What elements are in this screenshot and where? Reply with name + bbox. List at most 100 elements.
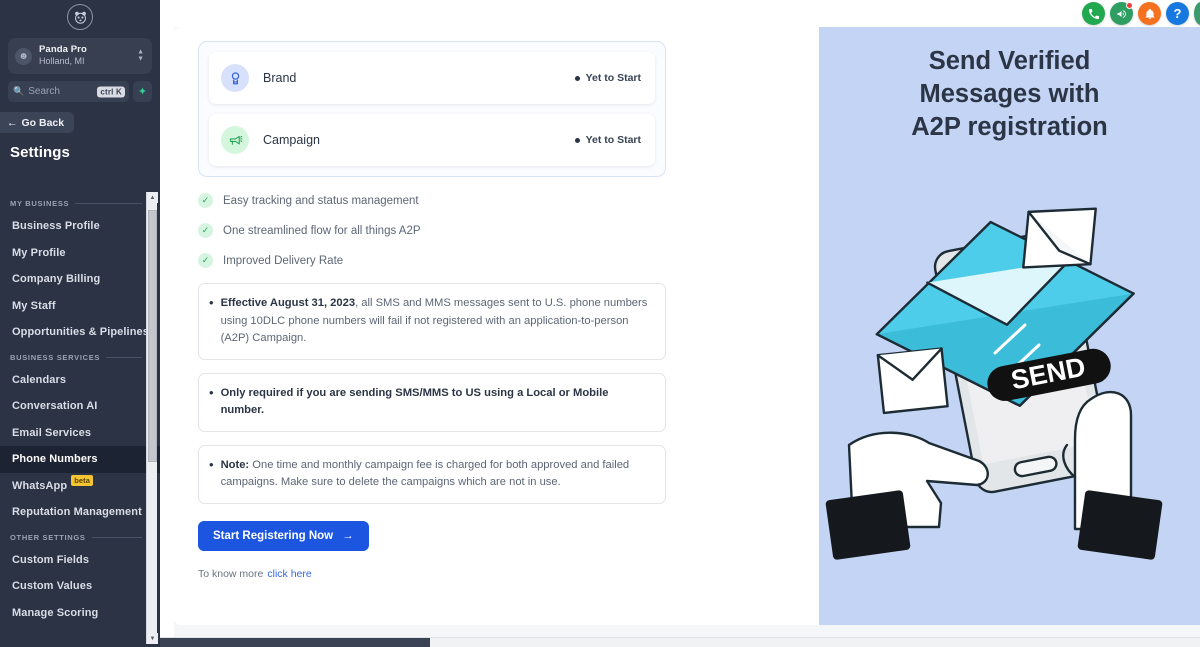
notice-bold: Effective August 31, 2023 [220, 297, 356, 309]
know-more-text: To know more [198, 567, 264, 580]
benefit-text: Improved Delivery Rate [223, 254, 344, 267]
notice-effective-date: • Effective August 31, 2023, all SMS and… [198, 283, 666, 360]
nav-group-my-business: MY BUSINESS [0, 192, 160, 213]
status-dot-icon [574, 137, 580, 143]
bullet-icon: • [209, 384, 214, 400]
status-badge: Yet to Start [574, 72, 641, 84]
horizontal-scrollbar-thumb[interactable] [160, 638, 430, 647]
sidebar-item-label: My Profile [12, 246, 66, 259]
status-text: Yet to Start [585, 134, 641, 146]
search-placeholder: Search [28, 86, 60, 97]
org-name: Panda Pro [39, 44, 87, 56]
content-area: Brand Yet to Start Campaign Yet to Start… [174, 27, 1200, 637]
sidebar-item-email-services[interactable]: Email Services [0, 420, 160, 447]
sidebar-item-manage-scoring[interactable]: Manage Scoring [0, 600, 160, 627]
sidebar-item-my-staff[interactable]: My Staff [0, 293, 160, 320]
notice-text: Effective August 31, 2023, all SMS and M… [221, 295, 651, 348]
notice-text: Only required if you are sending SMS/MMS… [221, 385, 651, 420]
check-icon: ✓ [198, 253, 213, 268]
scroll-down-arrow-icon[interactable]: ▼ [147, 633, 158, 644]
notice-text: Note: One time and monthly campaign fee … [221, 457, 651, 492]
app-root: ☻ Panda Pro Holland, MI ▲ ▼ 🔍 Search ctrl… [0, 0, 1200, 647]
sidebar-item-label: Custom Values [12, 580, 93, 593]
sidebar-nav: MY BUSINESS Business Profile My Profile … [0, 192, 160, 647]
sidebar-item-business-profile[interactable]: Business Profile [0, 213, 160, 240]
chevron-up-down-icon: ▲ ▼ [137, 48, 144, 63]
phone-call-icon[interactable] [1082, 2, 1105, 25]
beta-badge: beta [71, 475, 94, 487]
benefit-item: ✓ One streamlined flow for all things A2… [198, 223, 819, 238]
sidebar-item-calendars[interactable]: Calendars [0, 367, 160, 394]
announcement-megaphone-icon[interactable] [1110, 2, 1133, 25]
go-back-label: Go Back [21, 116, 65, 129]
org-switcher[interactable]: ☻ Panda Pro Holland, MI ▲ ▼ [8, 38, 152, 74]
main-region: ? Brand Yet to Start Campaign Yet to Sta… [160, 0, 1200, 647]
registration-step-brand[interactable]: Brand Yet to Start [209, 52, 655, 104]
sidebar-item-reputation-management[interactable]: Reputation Management [0, 499, 160, 526]
bullet-icon: • [209, 295, 214, 310]
notice-requirement: • Only required if you are sending SMS/M… [198, 372, 666, 432]
bullet-icon: • [209, 456, 214, 472]
start-registering-button[interactable]: Start Registering Now → [198, 520, 369, 551]
help-question-icon[interactable]: ? [1166, 2, 1189, 25]
sidebar-item-label: Reputation Management [12, 506, 142, 519]
topbar: ? [160, 0, 1200, 27]
scroll-up-arrow-icon[interactable]: ▲ [147, 192, 158, 203]
a2p-left-pane: Brand Yet to Start Campaign Yet to Start… [174, 27, 819, 625]
registration-steps-panel: Brand Yet to Start Campaign Yet to Start [198, 41, 666, 177]
sidebar-item-conversation-ai[interactable]: Conversation AI [0, 393, 160, 420]
sidebar-item-company-billing[interactable]: Company Billing [0, 266, 160, 293]
promo-title-line2: Messages with [919, 80, 1100, 108]
a2p-promo-pane: Send Verified Messages with A2P registra… [819, 27, 1200, 625]
go-back-button[interactable]: ← Go Back [0, 112, 74, 133]
arrow-left-icon: ← [7, 116, 18, 129]
sidebar-item-custom-values[interactable]: Custom Values [0, 573, 160, 600]
search-icon: 🔍 [13, 86, 25, 96]
step-label: Brand [263, 71, 297, 85]
notification-bell-icon[interactable] [1138, 2, 1161, 25]
org-location: Holland, MI [39, 56, 85, 67]
sidebar-item-whatsapp[interactable]: WhatsApp beta [0, 473, 160, 500]
search-input[interactable]: 🔍 Search ctrl K [8, 81, 129, 102]
promo-title-line1: Send Verified [928, 47, 1091, 75]
search-shortcut-badge: ctrl K [97, 86, 125, 97]
click-here-link[interactable]: click here [267, 568, 311, 580]
sidebar-item-my-profile[interactable]: My Profile [0, 240, 160, 267]
sidebar-item-label: Manage Scoring [12, 606, 99, 619]
promo-title: Send Verified Messages with A2P registra… [819, 27, 1200, 144]
page-title: Settings [10, 144, 70, 161]
campaign-megaphone-icon [221, 126, 249, 154]
sidebar-item-custom-fields[interactable]: Custom Fields [0, 547, 160, 574]
search-row: 🔍 Search ctrl K ✦ [8, 81, 152, 102]
registration-step-campaign[interactable]: Campaign Yet to Start [209, 114, 655, 166]
nav-group-label-text: MY BUSINESS [10, 199, 70, 208]
notice-bold: Note: [220, 458, 250, 471]
benefit-text: Easy tracking and status management [223, 194, 419, 207]
nav-group-business-services: BUSINESS SERVICES [0, 346, 160, 367]
nav-group-label-text: OTHER SETTINGS [10, 532, 86, 542]
secondary-partial-icon[interactable] [1194, 2, 1200, 25]
nav-group-other-settings: OTHER SETTINGS [0, 526, 160, 547]
benefits-list: ✓ Easy tracking and status management ✓ … [198, 193, 819, 268]
sidebar-item-opportunities-pipelines[interactable]: Opportunities & Pipelines [0, 319, 160, 346]
benefit-text: One streamlined flow for all things A2P [223, 224, 421, 237]
sidebar-item-phone-numbers[interactable]: Phone Numbers [0, 446, 160, 473]
sparkle-icon[interactable]: ✦ [133, 81, 152, 102]
benefit-item: ✓ Easy tracking and status management [198, 193, 819, 208]
sidebar-item-label: Conversation AI [12, 400, 98, 413]
panda-logo-icon [67, 4, 93, 30]
send-message-illustration: SEND [819, 177, 1200, 577]
benefit-item: ✓ Improved Delivery Rate [198, 253, 819, 268]
sidebar-item-label: Email Services [12, 426, 92, 439]
notice-fee: • Note: One time and monthly campaign fe… [198, 444, 666, 504]
sidebar-item-label: Company Billing [12, 273, 101, 286]
horizontal-scrollbar[interactable] [160, 637, 1200, 647]
org-text: Panda Pro Holland, MI [39, 44, 87, 67]
org-avatar-icon: ☻ [15, 47, 32, 65]
sidebar-scrollbar[interactable]: ▲ ▼ [146, 192, 158, 644]
app-logo[interactable] [0, 0, 160, 34]
sidebar-scrollbar-thumb[interactable] [148, 210, 157, 462]
sidebar-item-label: Business Profile [12, 220, 100, 233]
nav-group-label-text: BUSINESS SERVICES [10, 352, 101, 362]
divider [75, 203, 142, 204]
